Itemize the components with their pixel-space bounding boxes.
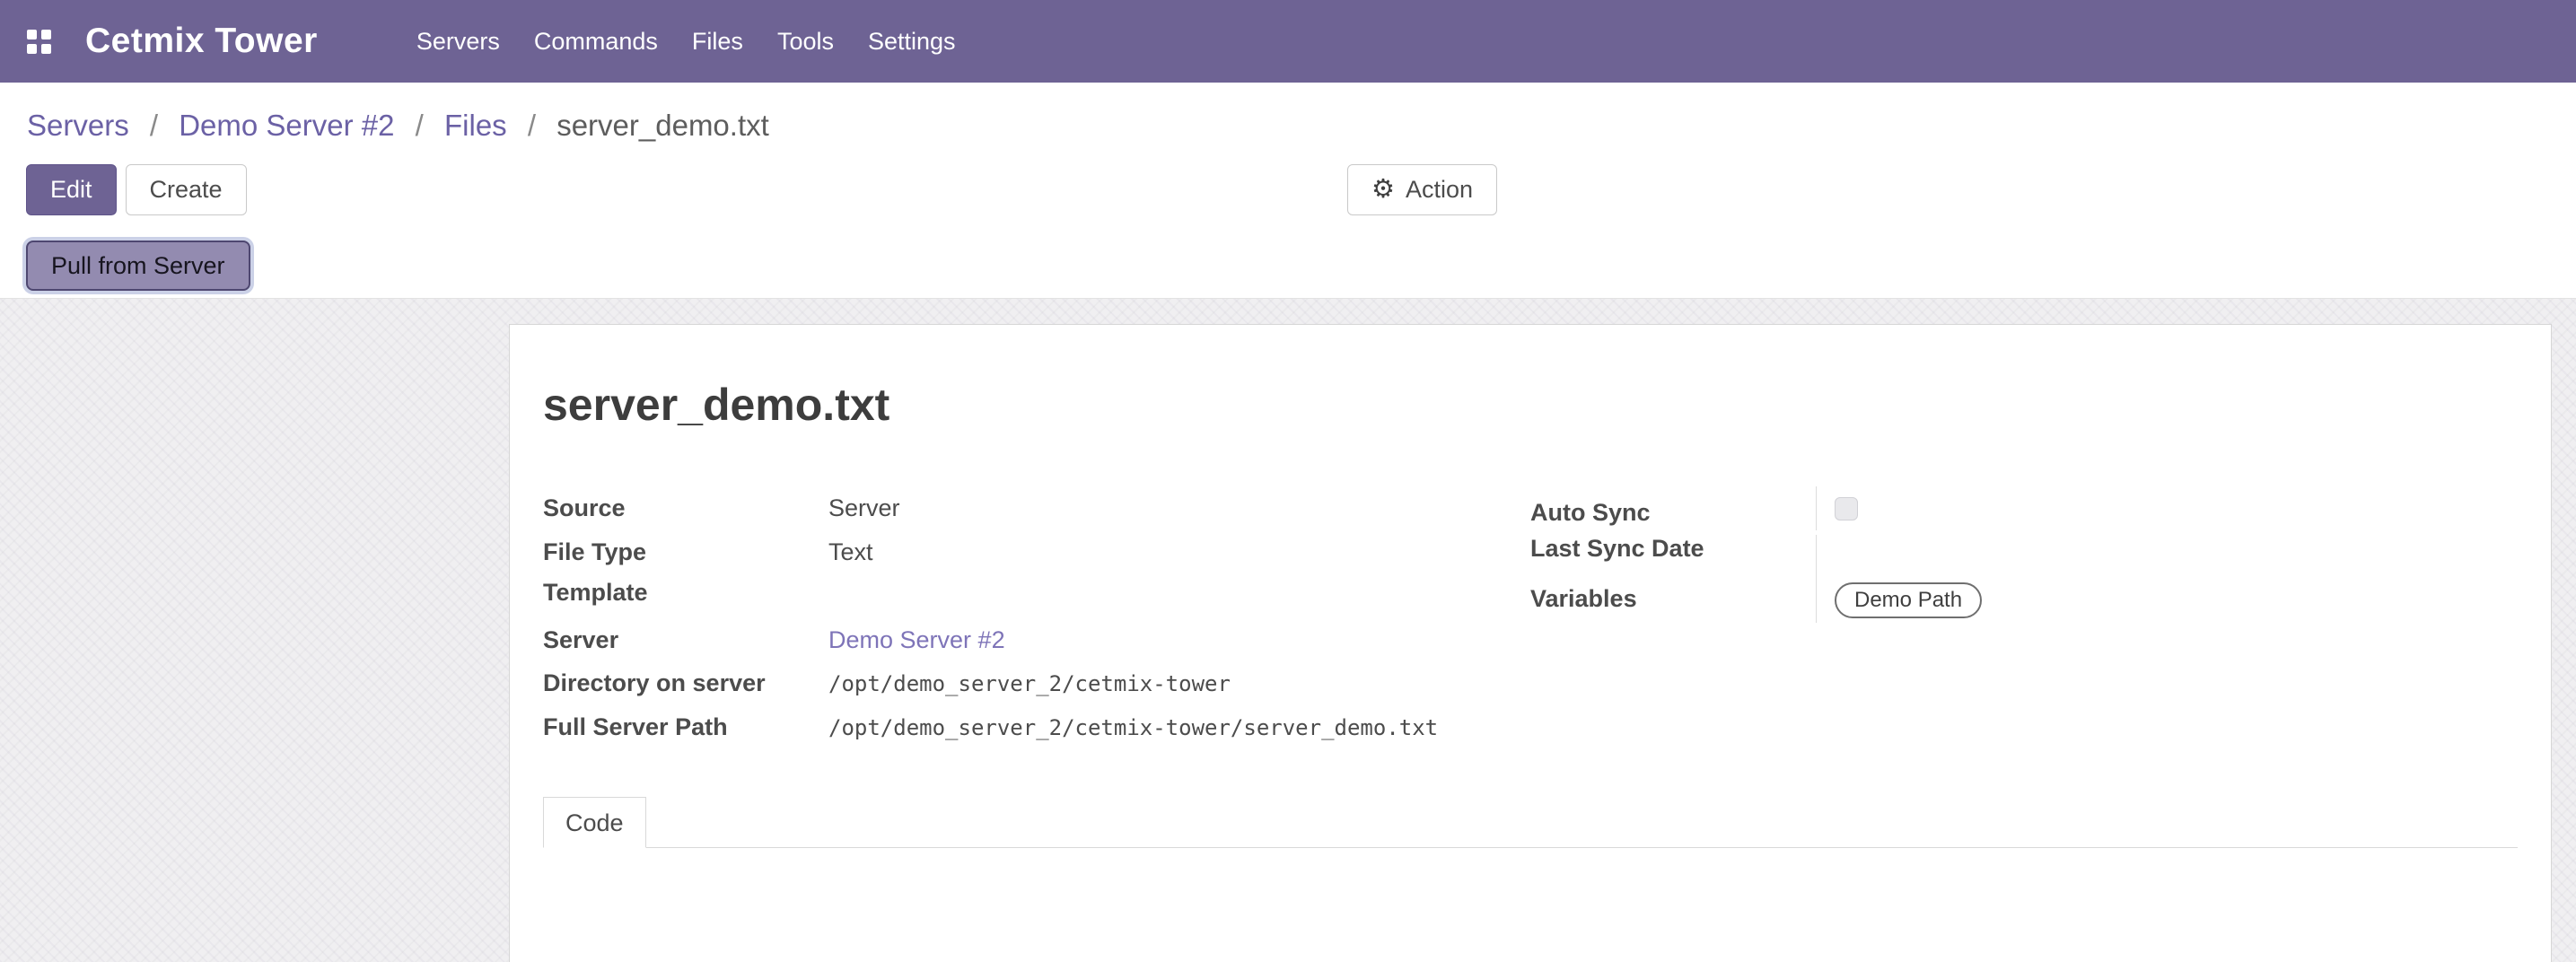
field-value-source: Server [828, 486, 900, 530]
field-value-file-type: Text [828, 530, 873, 574]
auto-sync-checkbox[interactable] [1835, 497, 1858, 520]
field-row-auto-sync: Auto Sync [1530, 486, 2518, 530]
field-row-file-type: File Type Text [543, 530, 1530, 574]
variable-tag-demo-path[interactable]: Demo Path [1835, 582, 1982, 618]
field-label-variables: Variables [1530, 581, 1816, 617]
gear-icon: ⚙ [1371, 177, 1395, 203]
breadcrumb-servers[interactable]: Servers [27, 109, 129, 142]
field-label-server: Server [543, 622, 828, 658]
tab-code[interactable]: Code [543, 797, 646, 848]
breadcrumb-separator: / [416, 109, 424, 142]
nav-item-settings[interactable]: Settings [868, 28, 956, 56]
field-row-variables: Variables Demo Path [1530, 579, 2518, 623]
field-label-source: Source [543, 490, 828, 526]
action-button-label: Action [1406, 176, 1473, 204]
field-row-template: Template [543, 574, 1530, 618]
pull-from-server-button[interactable]: Pull from Server [26, 240, 250, 291]
nav-menu: Servers Commands Files Tools Settings [416, 28, 990, 56]
action-button[interactable]: ⚙ Action [1347, 164, 1497, 215]
notebook-tabs: Code [543, 797, 2518, 848]
field-value-directory: /opt/demo_server_2/cetmix-tower [828, 662, 1231, 706]
nav-item-servers[interactable]: Servers [416, 28, 500, 56]
breadcrumb-demo-server[interactable]: Demo Server #2 [179, 109, 394, 142]
field-cell-variables: Demo Path [1816, 579, 2518, 623]
tab-code-content [543, 848, 2518, 962]
field-label-last-sync: Last Sync Date [1530, 530, 1816, 566]
edit-button[interactable]: Edit [26, 164, 117, 215]
field-label-directory: Directory on server [543, 665, 828, 701]
field-group-left: Source Server File Type Text Template Se… [543, 486, 1530, 750]
breadcrumb-separator: / [150, 109, 158, 142]
field-cell-auto-sync [1816, 486, 2518, 530]
field-row-server: Server Demo Server #2 [543, 618, 1530, 662]
brand-title[interactable]: Cetmix Tower [85, 22, 318, 61]
breadcrumb-current: server_demo.txt [556, 109, 769, 142]
nav-item-commands[interactable]: Commands [534, 28, 658, 56]
field-cell-last-sync [1816, 535, 2518, 579]
form-view-background: server_demo.txt Source Server File Type … [0, 299, 2576, 962]
create-button[interactable]: Create [126, 164, 247, 215]
field-row-directory: Directory on server /opt/demo_server_2/c… [543, 662, 1530, 706]
button-row: Edit Create ⚙ Action [0, 160, 2576, 215]
nav-item-tools[interactable]: Tools [777, 28, 834, 56]
form-sheet: server_demo.txt Source Server File Type … [509, 324, 2552, 962]
field-label-template: Template [543, 574, 828, 610]
field-label-full-path: Full Server Path [543, 709, 828, 745]
field-row-full-path: Full Server Path /opt/demo_server_2/cetm… [543, 706, 1530, 750]
field-value-full-path: /opt/demo_server_2/cetmix-tower/server_d… [828, 706, 1438, 750]
nav-item-files[interactable]: Files [692, 28, 743, 56]
field-row-last-sync: Last Sync Date [1530, 530, 2518, 579]
screen: Cetmix Tower Servers Commands Files Tool… [0, 0, 2576, 962]
field-groups: Source Server File Type Text Template Se… [543, 486, 2518, 750]
field-group-right: Auto Sync Last Sync Date Variables [1530, 486, 2518, 623]
breadcrumb-files[interactable]: Files [444, 109, 507, 142]
field-label-auto-sync: Auto Sync [1530, 494, 1816, 530]
breadcrumb-separator: / [528, 109, 536, 142]
field-row-source: Source Server [543, 486, 1530, 530]
top-navbar: Cetmix Tower Servers Commands Files Tool… [0, 0, 2576, 83]
field-label-file-type: File Type [543, 534, 828, 570]
breadcrumb: Servers / Demo Server #2 / Files / serve… [0, 83, 2576, 160]
apps-menu-icon[interactable] [27, 30, 51, 54]
status-row: Pull from Server [0, 215, 2576, 298]
record-title: server_demo.txt [543, 379, 2518, 431]
field-value-server-link[interactable]: Demo Server #2 [828, 618, 1005, 662]
control-panel: Servers / Demo Server #2 / Files / serve… [0, 83, 2576, 299]
